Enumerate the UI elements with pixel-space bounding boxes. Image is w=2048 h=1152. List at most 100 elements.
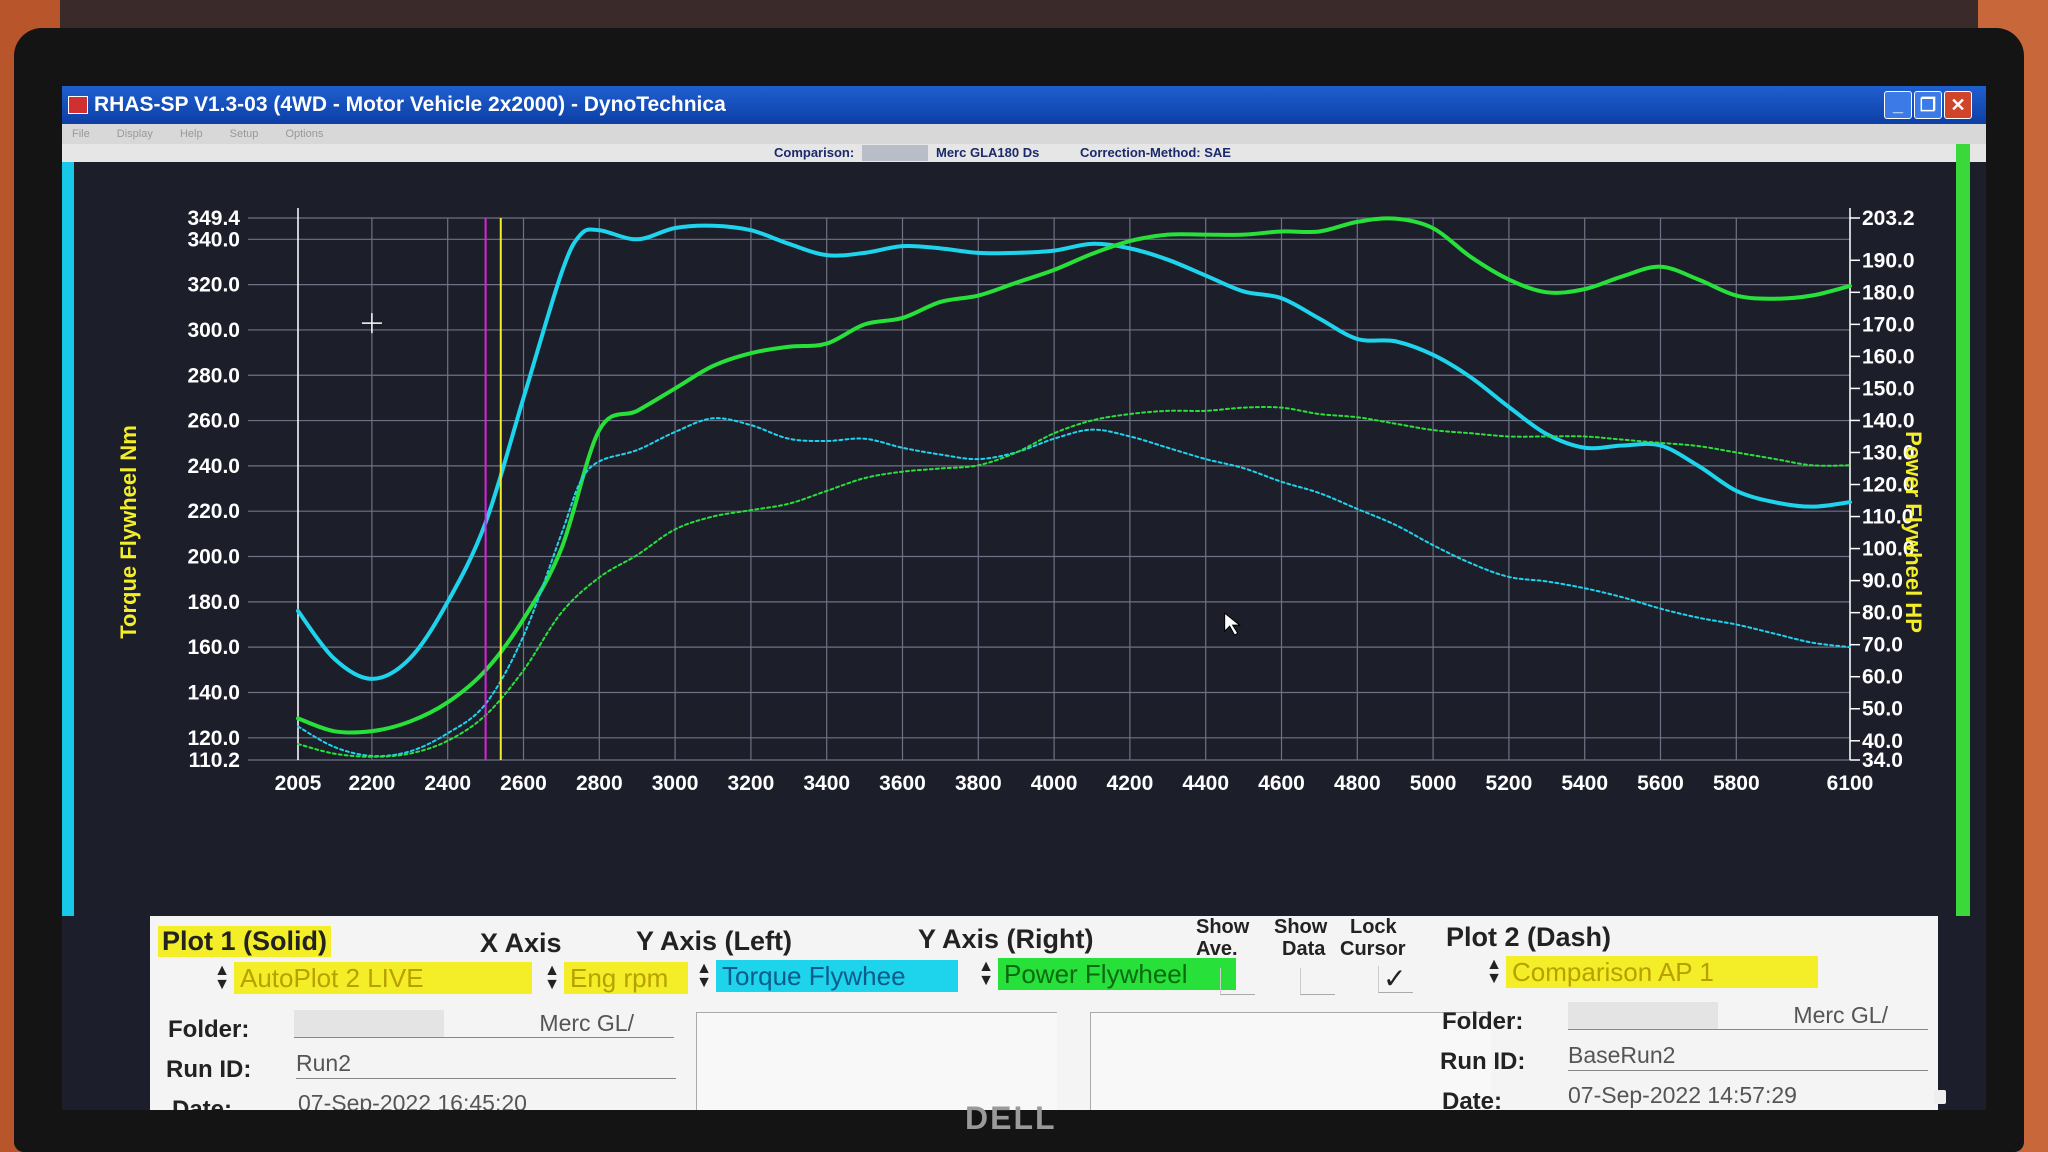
notes-box-left[interactable] xyxy=(696,1012,1057,1110)
menubar: File Display Help Setup Options xyxy=(62,124,1986,144)
show-data-checkbox[interactable] xyxy=(1300,968,1335,995)
y-left-tick-label: 110.2 xyxy=(189,749,240,772)
menu-options[interactable]: Options xyxy=(285,128,323,140)
y-left-tick-label: 320.0 xyxy=(187,274,240,297)
right-axis-stripe xyxy=(1956,144,1970,916)
notes-box-right[interactable] xyxy=(1090,1012,1491,1110)
x-tick-label: 2200 xyxy=(349,772,396,795)
x-tick-label: 3200 xyxy=(728,772,775,795)
y-right-tick-label: 203.2 xyxy=(1862,207,1915,230)
y-left-tick-label: 220.0 xyxy=(187,500,240,523)
y-axis-left-select[interactable]: Torque Flywhee xyxy=(716,960,958,992)
y-left-tick-label: 140.0 xyxy=(187,681,240,704)
window-titlebar: RHAS-SP V1.3-03 (4WD - Motor Vehicle 2x2… xyxy=(62,86,1986,124)
plot2-folder-label: Folder: xyxy=(1442,1008,1524,1035)
minimize-button[interactable]: _ xyxy=(1884,91,1912,119)
x-axis-select[interactable]: Eng rpm xyxy=(564,962,688,994)
show-ave-label-2: Ave. xyxy=(1196,938,1238,960)
close-button[interactable]: ✕ xyxy=(1944,91,1972,119)
y-right-tick-label: 50.0 xyxy=(1862,698,1903,721)
y-right-tick-label: 190.0 xyxy=(1862,249,1915,272)
x-tick-label: 4400 xyxy=(1182,772,1229,795)
menu-display[interactable]: Display xyxy=(117,128,153,140)
x-tick-label: 3800 xyxy=(955,772,1002,795)
comparison-file: Merc GLA180 Ds xyxy=(936,145,1040,160)
plot1-run-id-label: Run ID: xyxy=(166,1056,252,1083)
monitor-logo: DELL xyxy=(965,1100,1057,1136)
y-right-tick-label: 150.0 xyxy=(1862,377,1915,400)
power-button[interactable] xyxy=(1934,1090,1946,1104)
y-axis-right-select[interactable]: Power Flywheel xyxy=(998,958,1236,990)
x-tick-label: 4200 xyxy=(1107,772,1154,795)
y-right-tick-label: 40.0 xyxy=(1862,730,1903,753)
x-tick-label: 2400 xyxy=(424,772,471,795)
x-axis-header: X Axis xyxy=(480,928,562,958)
y-right-tick-label: 170.0 xyxy=(1862,313,1915,336)
window-title: RHAS-SP V1.3-03 (4WD - Motor Vehicle 2x2… xyxy=(94,93,726,116)
plot1-select[interactable]: AutoPlot 2 LIVE xyxy=(234,962,532,994)
y-left-tick-label: 180.0 xyxy=(187,591,240,614)
menu-setup[interactable]: Setup xyxy=(230,128,259,140)
plot2-run-id-value: BaseRun2 xyxy=(1568,1040,1928,1071)
series-line-solid xyxy=(296,216,1852,735)
y-right-axis-label: Power Flywheel HP xyxy=(1901,431,1926,633)
dyno-chart[interactable]: 2005 2200 2400 2600 2800 3000 3200 3400 3600 3800… xyxy=(62,162,1956,916)
control-panel: Plot 1 (Solid) X Axis Y Axis (Left) Y Ax… xyxy=(150,916,1938,1110)
y-right-tick-label: 160.0 xyxy=(1862,345,1915,368)
lock-cursor-label-1: Lock xyxy=(1350,916,1397,938)
x-tick-label: 2600 xyxy=(500,772,547,795)
maximize-button[interactable]: ❐ xyxy=(1914,91,1942,119)
x-tick-label: 3000 xyxy=(652,772,699,795)
plot2-folder-value: Merc GL/ xyxy=(1568,1000,1928,1030)
comparison-infobar: Comparison: Merc GLA180 Ds Correction-Me… xyxy=(62,144,1986,162)
x-axis-spinner-icon[interactable]: ▲ ▼ xyxy=(544,963,560,993)
y-left-tick-label: 160.0 xyxy=(187,636,240,659)
monitor-bezel: RHAS-SP V1.3-03 (4WD - Motor Vehicle 2x2… xyxy=(14,28,2024,1152)
show-ave-label-1: Show xyxy=(1196,916,1250,938)
y-left-tick-label: 200.0 xyxy=(187,546,240,569)
y-left-tick-label: 120.0 xyxy=(187,727,240,750)
plot2-header: Plot 2 (Dash) xyxy=(1446,922,1612,952)
screen: RHAS-SP V1.3-03 (4WD - Motor Vehicle 2x2… xyxy=(62,86,1986,1110)
y-left-tick-label: 349.4 xyxy=(187,207,240,230)
menu-help[interactable]: Help xyxy=(180,128,203,140)
show-ave-checkbox[interactable] xyxy=(1220,968,1255,995)
x-tick-label: 4600 xyxy=(1258,772,1305,795)
plot1-date-label: Date: xyxy=(172,1096,233,1110)
plot1-run-id-value: Run2 xyxy=(296,1048,676,1079)
y-right-tick-label: 180.0 xyxy=(1862,281,1915,304)
menu-file[interactable]: File xyxy=(72,128,90,140)
plot2-date-label: Date: xyxy=(1442,1088,1503,1110)
correction-method: Correction-Method: SAE xyxy=(1080,145,1231,160)
plot1-spinner-icon[interactable]: ▲ ▼ xyxy=(214,963,230,993)
x-tick-label: 5600 xyxy=(1637,772,1684,795)
x-tick-label: 2800 xyxy=(576,772,623,795)
y-right-tick-label: 60.0 xyxy=(1862,666,1903,689)
show-data-label-1: Show xyxy=(1274,916,1328,938)
y-left-spinner-icon[interactable]: ▲ ▼ xyxy=(696,961,712,991)
y-left-tick-label: 340.0 xyxy=(187,228,240,251)
series-line-dash xyxy=(297,417,1851,758)
y-right-tick-label: 80.0 xyxy=(1862,602,1903,625)
plot2-run-id-label: Run ID: xyxy=(1440,1048,1526,1075)
checkmark-icon: ✓ xyxy=(1383,963,1407,994)
y-right-tick-label: 90.0 xyxy=(1862,570,1903,593)
comparison-indicator xyxy=(862,145,928,161)
plot1-date-value: 07-Sep-2022 16:45:20 xyxy=(298,1088,678,1110)
plot2-select[interactable]: Comparison AP 1 xyxy=(1506,956,1818,988)
x-tick-label: 3600 xyxy=(879,772,926,795)
plot1-folder-label: Folder: xyxy=(168,1016,250,1043)
y-left-axis-label: Torque Flywheel Nm xyxy=(116,425,141,639)
y-left-tick-label: 260.0 xyxy=(187,410,240,433)
x-tick-label: 6100 xyxy=(1827,772,1874,795)
y-right-spinner-icon[interactable]: ▲ ▼ xyxy=(978,959,994,989)
x-tick-label: 5400 xyxy=(1561,772,1608,795)
plot2-spinner-icon[interactable]: ▲ ▼ xyxy=(1486,957,1502,987)
y-axis-left-header: Y Axis (Left) xyxy=(636,926,793,956)
plot2-date-value: 07-Sep-2022 14:57:29 xyxy=(1568,1080,1928,1110)
lock-cursor-checkbox[interactable]: ✓ xyxy=(1378,963,1413,994)
x-tick-label: 5800 xyxy=(1713,772,1760,795)
y-left-tick-label: 240.0 xyxy=(187,455,240,478)
y-axis-right-header: Y Axis (Right) xyxy=(918,924,1094,954)
x-tick-label: 4000 xyxy=(1031,772,1078,795)
